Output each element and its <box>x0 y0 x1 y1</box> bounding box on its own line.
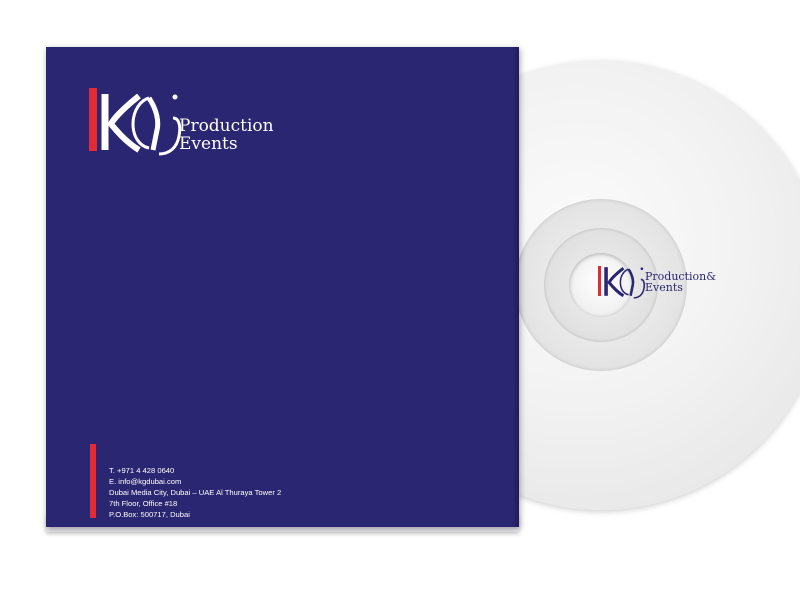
disc-logo-accent-bar <box>598 266 601 296</box>
contact-email: E. info@kgdubai.com <box>109 477 182 486</box>
contact-phone: T. +971 4 428 0640 <box>109 466 175 475</box>
sleeve-edge <box>513 47 519 527</box>
disc-brand-line2: Events <box>645 281 683 294</box>
brand-line2: Events <box>179 134 238 154</box>
kg-monogram-icon <box>604 266 646 299</box>
contact-pobox: P.O.Box: 500717, Dubai <box>109 510 190 519</box>
cd-sleeve: Production Events T. +971 4 428 0640 E. … <box>46 47 519 527</box>
disc-logo: Production& Events <box>598 264 718 304</box>
logo-accent-bar <box>89 88 97 151</box>
sleeve-logo: Production Events <box>89 88 289 158</box>
contact-office: 7th Floor, Office #18 <box>109 499 178 508</box>
contact-block: T. +971 4 428 0640 E. info@kgdubai.com D… <box>109 465 281 520</box>
contact-accent-bar <box>90 444 96 518</box>
cd-packaging-mockup: Production& Events Production Events T. … <box>0 0 800 594</box>
brand-line1: Production <box>179 116 274 136</box>
kg-monogram-icon <box>101 93 182 156</box>
contact-address: Dubai Media City, Dubai – UAE Al Thuraya… <box>109 488 282 497</box>
